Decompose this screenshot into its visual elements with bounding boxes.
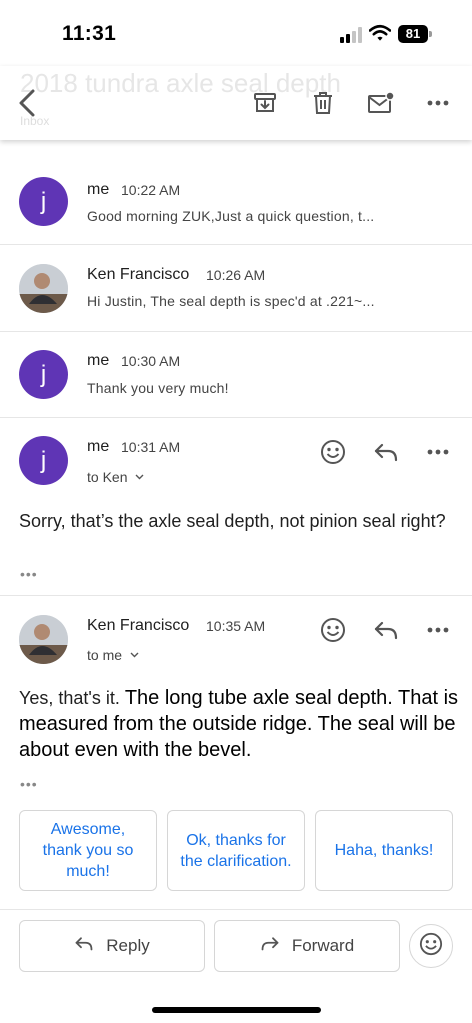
message-time: 10:35 AM (206, 618, 266, 634)
recipient-label: to me (87, 647, 123, 663)
forward-icon (260, 936, 280, 956)
recipient-details[interactable]: to Ken (87, 467, 144, 485)
recipient-label: to Ken (87, 469, 128, 485)
message-time: 10:31 AM (121, 439, 181, 455)
sender-name: Ken Francisco (87, 266, 190, 283)
more-icon[interactable] (423, 615, 453, 645)
battery-icon: 81 (398, 25, 432, 43)
message-snippet: Thank you very much! (87, 380, 229, 396)
sender-name: me (87, 438, 110, 455)
reply-icon (74, 936, 94, 956)
show-quoted-text[interactable]: ••• (20, 776, 38, 792)
emoji-reaction-icon[interactable] (318, 437, 348, 467)
smart-reply-chip[interactable]: Haha, thanks! (315, 810, 453, 891)
toolbar: 2018 tundra axle seal depth Inbox (0, 66, 472, 140)
message-collapsed[interactable]: j me 10:30 AM Thank you very much! (0, 332, 472, 418)
smiley-icon (419, 932, 443, 961)
cellular-signal-icon (340, 27, 364, 43)
message-time: 10:22 AM (121, 182, 181, 198)
message-body: Yes, that's it. The long tube axle seal … (19, 685, 459, 763)
message-time: 10:26 AM (206, 267, 266, 283)
recipient-details[interactable]: to me (87, 645, 139, 663)
forward-label: Forward (291, 936, 355, 955)
avatar: j (19, 436, 68, 485)
reply-label: Reply (106, 936, 150, 955)
chevron-down-icon (130, 645, 139, 661)
emoji-reaction-button[interactable] (409, 924, 453, 968)
divider (0, 909, 472, 910)
archive-icon[interactable] (250, 88, 280, 118)
chevron-down-icon (135, 467, 144, 483)
status-bar: 11:31 81 (0, 0, 472, 66)
reply-button[interactable]: Reply (19, 920, 205, 972)
wifi-icon (368, 24, 392, 42)
emoji-reaction-icon[interactable] (318, 615, 348, 645)
avatar (19, 264, 68, 313)
message-time: 10:30 AM (121, 353, 181, 369)
reply-icon[interactable] (371, 437, 401, 467)
battery-level: 81 (398, 25, 428, 43)
sender-name: Ken Francisco (87, 617, 190, 634)
show-quoted-text[interactable]: ••• (20, 566, 38, 582)
message-expanded: Ken Francisco 10:35 AM to me Yes, that's… (0, 596, 472, 810)
message-snippet: Hi Justin, The seal depth is spec'd at .… (87, 293, 375, 309)
message-collapsed[interactable]: Ken Francisco 10:26 AM Hi Justin, The se… (0, 245, 472, 332)
status-time: 11:31 (62, 22, 117, 45)
avatar: j (19, 350, 68, 399)
subject-title: 2018 tundra axle seal depth (20, 68, 341, 98)
message-expanded: j me 10:31 AM to Ken Sorry, that’s the a… (0, 418, 472, 596)
smart-reply-chip[interactable]: Ok, thanks for the clarification. (167, 810, 305, 891)
back-icon[interactable] (12, 88, 42, 118)
smart-reply-chip[interactable]: Awesome, thank you so much! (19, 810, 157, 891)
mark-unread-icon[interactable] (366, 88, 396, 118)
home-indicator (152, 1007, 321, 1013)
avatar: j (19, 177, 68, 226)
sender-name: me (87, 181, 110, 198)
more-icon[interactable] (423, 88, 453, 118)
forward-button[interactable]: Forward (214, 920, 400, 972)
sender-name: me (87, 352, 110, 369)
avatar (19, 615, 68, 664)
reply-icon[interactable] (371, 615, 401, 645)
message-snippet: Good morning ZUK,Just a quick question, … (87, 208, 375, 224)
message-body: Sorry, that’s the axle seal depth, not p… (19, 511, 446, 531)
delete-icon[interactable] (308, 88, 338, 118)
message-collapsed[interactable]: j me 10:22 AM Good morning ZUK,Just a qu… (0, 140, 472, 245)
more-icon[interactable] (423, 437, 453, 467)
message-body-start: Yes, that's it. (19, 688, 125, 708)
